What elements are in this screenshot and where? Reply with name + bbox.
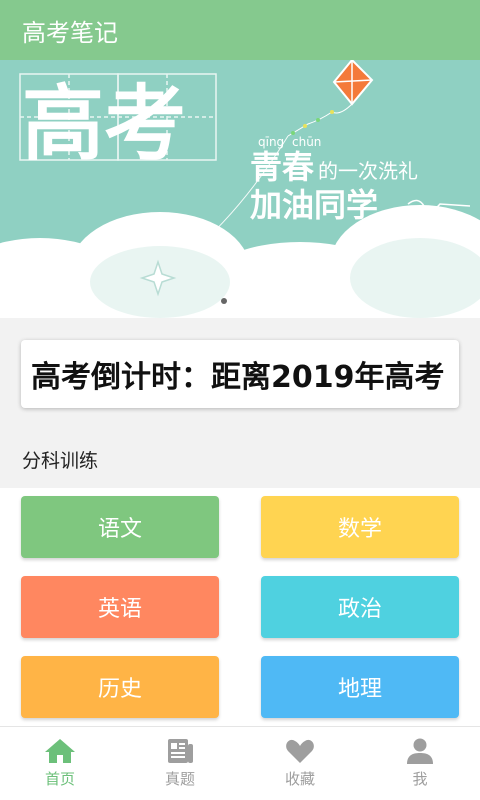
bottom-navigation: 首页 真题 收藏 我 bbox=[0, 726, 480, 800]
banner-pinyin-2: chūn bbox=[292, 135, 321, 149]
banner-illustration: 高考 qīng chūn 青春 的一次洗礼 加油同学 bbox=[0, 60, 480, 318]
nav-label: 我 bbox=[412, 770, 428, 788]
subject-button-geography[interactable]: 地理 bbox=[261, 656, 459, 718]
banner-pinyin-1: qīng bbox=[258, 135, 284, 149]
banner-slogan-big: 青春 bbox=[250, 148, 314, 186]
nav-label: 收藏 bbox=[284, 770, 315, 788]
app-header: 高考笔记 bbox=[0, 0, 480, 60]
subject-button-history[interactable]: 历史 bbox=[21, 656, 219, 718]
countdown-text: 高考倒计时：距离2019年高考 bbox=[31, 360, 445, 395]
nav-item-exams[interactable]: 真题 bbox=[120, 727, 240, 800]
subject-label: 政治 bbox=[337, 597, 382, 622]
subject-button-chinese[interactable]: 语文 bbox=[21, 496, 219, 558]
nav-item-profile[interactable]: 我 bbox=[360, 727, 480, 800]
heart-icon bbox=[286, 739, 314, 763]
user-icon bbox=[407, 738, 433, 764]
section-title: 分科训练 bbox=[0, 430, 480, 488]
countdown-card: 高考倒计时：距离2019年高考 bbox=[21, 340, 459, 408]
nav-item-home[interactable]: 首页 bbox=[0, 727, 120, 800]
newspaper-icon bbox=[168, 739, 193, 763]
countdown-section: 高考倒计时：距离2019年高考 bbox=[0, 318, 480, 430]
banner-title: 高考 bbox=[22, 77, 186, 172]
banner-carousel[interactable]: 高考 qīng chūn 青春 的一次洗礼 加油同学 bbox=[0, 60, 480, 318]
banner-slogan-2: 加油同学 bbox=[250, 186, 378, 224]
subject-label: 英语 bbox=[97, 597, 142, 622]
subject-button-politics[interactable]: 政治 bbox=[261, 576, 459, 638]
subject-label: 数学 bbox=[337, 517, 382, 542]
subject-grid: 语文 数学 英语 政治 历史 地理 bbox=[0, 488, 480, 726]
nav-label: 真题 bbox=[164, 770, 195, 788]
kite-icon bbox=[287, 60, 374, 137]
nav-label: 首页 bbox=[44, 770, 75, 788]
nav-item-favorites[interactable]: 收藏 bbox=[240, 727, 360, 800]
subject-label: 地理 bbox=[337, 677, 382, 702]
subject-button-math[interactable]: 数学 bbox=[261, 496, 459, 558]
carousel-indicator[interactable] bbox=[221, 298, 227, 304]
home-icon bbox=[45, 739, 75, 763]
subject-label: 语文 bbox=[97, 517, 142, 542]
banner-slogan-small: 的一次洗礼 bbox=[318, 159, 418, 183]
app-title: 高考笔记 bbox=[22, 18, 118, 47]
subject-label: 历史 bbox=[97, 677, 142, 702]
section-title-text: 分科训练 bbox=[22, 449, 99, 472]
subject-button-english[interactable]: 英语 bbox=[21, 576, 219, 638]
